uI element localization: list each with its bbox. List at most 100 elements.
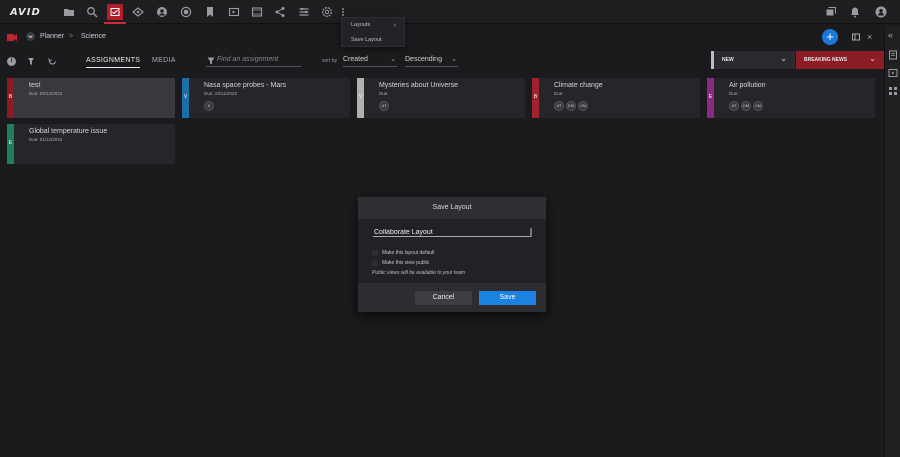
binoculars-icon[interactable] bbox=[131, 5, 145, 19]
headphones-icon[interactable] bbox=[155, 5, 169, 19]
dialog-title: Save Layout bbox=[358, 197, 546, 219]
avatar[interactable]: AT bbox=[729, 101, 739, 111]
assignment-card[interactable]: B Climate change Due: AT DM VM bbox=[532, 78, 700, 118]
cancel-button[interactable]: Cancel bbox=[415, 291, 472, 305]
card-type-letter: E bbox=[708, 94, 713, 100]
folder-icon[interactable] bbox=[62, 5, 76, 19]
assignment-card[interactable]: V Nasa space probes - Mars Due: 23/11/2022… bbox=[182, 78, 350, 118]
public-view-checkbox[interactable] bbox=[372, 260, 378, 266]
card-title: Air pollution bbox=[729, 82, 766, 89]
card-title: Nasa space probes - Mars bbox=[204, 82, 287, 89]
card-due-date: Due: bbox=[729, 91, 739, 96]
save-button[interactable]: Save bbox=[479, 291, 536, 305]
sort-field-value: Created bbox=[343, 56, 368, 63]
default-layout-checkbox[interactable] bbox=[372, 250, 378, 256]
column-title-new: NEW bbox=[722, 57, 734, 63]
card-type-bar: B bbox=[7, 78, 14, 118]
dialog-footer: Cancel Save bbox=[358, 283, 546, 312]
avatar[interactable]: AT bbox=[379, 101, 389, 111]
grid-panel-icon[interactable] bbox=[888, 86, 898, 96]
filter-icon bbox=[207, 57, 215, 65]
card-due-date: Due: bbox=[379, 91, 389, 96]
card-assignees: A bbox=[204, 101, 214, 111]
pin-icon[interactable] bbox=[27, 57, 35, 66]
card-assignees: AT bbox=[379, 101, 389, 111]
column-title-breaking-news: BREAKING NEWS bbox=[804, 57, 848, 63]
card-title: Global temperature issue bbox=[29, 128, 108, 135]
default-layout-label: Make this layout default bbox=[382, 250, 435, 256]
bookmark-icon[interactable] bbox=[203, 5, 217, 19]
planner-icon bbox=[7, 33, 17, 42]
panel-icon[interactable] bbox=[852, 33, 860, 41]
avatar[interactable]: DM bbox=[566, 101, 576, 111]
chevron-down-icon: ⌄ bbox=[780, 54, 787, 63]
collapse-icon[interactable]: « bbox=[888, 31, 898, 41]
add-assignment-button[interactable]: + bbox=[822, 29, 838, 45]
card-due-date: Due: 08/12/2022 bbox=[29, 91, 63, 96]
card-type-letter: B bbox=[533, 94, 538, 100]
planner-icon[interactable] bbox=[107, 4, 123, 20]
card-due-date: Due: 01/12/2022 bbox=[29, 137, 63, 142]
public-view-note: Public views will be available to your t… bbox=[372, 270, 466, 276]
card-type-letter: B bbox=[8, 94, 13, 100]
card-title: Mysteries about Universe bbox=[379, 82, 458, 89]
info-icon[interactable]: i bbox=[7, 57, 16, 66]
sort-label: sort by bbox=[322, 58, 338, 64]
column-header-breaking-news[interactable]: BREAKING NEWS ⌄ bbox=[796, 51, 884, 69]
breadcrumb-current: Science bbox=[81, 33, 106, 40]
card-assignees: AT DM VM bbox=[729, 101, 763, 111]
windows-icon[interactable] bbox=[824, 5, 838, 19]
close-icon[interactable]: × bbox=[867, 32, 872, 42]
avatar[interactable]: AT bbox=[554, 101, 564, 111]
card-type-bar: E bbox=[707, 78, 714, 118]
assignment-card[interactable]: V Mysteries about Universe Due: AT bbox=[357, 78, 525, 118]
assignment-card[interactable]: E Air pollution Due: AT DM VM bbox=[707, 78, 875, 118]
search-icon[interactable] bbox=[85, 5, 99, 19]
user-icon[interactable] bbox=[874, 5, 888, 19]
assignment-card[interactable]: Btest Due: 08/12/2022 bbox=[7, 78, 175, 118]
sort-order-value: Descending bbox=[405, 56, 442, 63]
card-type-bar: B bbox=[532, 78, 539, 118]
chevron-down-icon[interactable] bbox=[26, 32, 35, 41]
card-type-bar: V bbox=[182, 78, 189, 118]
tab-media[interactable]: MEDIA bbox=[152, 57, 176, 64]
refresh-icon[interactable] bbox=[48, 57, 57, 66]
card-due-date: Due: 23/11/2022 bbox=[204, 91, 237, 96]
card-title: Climate change bbox=[554, 82, 603, 89]
document-icon[interactable] bbox=[888, 50, 898, 60]
sort-order-select[interactable]: Descending ⌄ bbox=[405, 55, 458, 67]
tab-assignments[interactable]: ASSIGNMENTS bbox=[86, 57, 141, 68]
settings-icon[interactable] bbox=[320, 5, 334, 19]
search-input[interactable]: Find an assignment bbox=[206, 55, 301, 67]
top-bar: AVID bbox=[0, 0, 900, 24]
save-layout-dialog: Save Layout Make this layout default Mak… bbox=[358, 197, 546, 312]
avatar[interactable]: A bbox=[204, 101, 214, 111]
right-sidebar: « bbox=[884, 26, 900, 457]
card-assignees: AT DM VM bbox=[554, 101, 588, 111]
film-icon[interactable] bbox=[250, 5, 264, 19]
media-icon[interactable] bbox=[227, 5, 241, 19]
breadcrumb-root[interactable]: Planner bbox=[40, 33, 64, 40]
search-placeholder: Find an assignment bbox=[217, 56, 279, 63]
bell-icon[interactable] bbox=[848, 5, 862, 19]
avatar[interactable]: DM bbox=[741, 101, 751, 111]
sort-field-select[interactable]: Created ⌄ bbox=[343, 55, 397, 67]
avatar[interactable]: VM bbox=[578, 101, 588, 111]
avid-logo: AVID bbox=[10, 7, 41, 18]
share-icon[interactable] bbox=[273, 5, 287, 19]
card-due-date: Due: bbox=[554, 91, 564, 96]
breadcrumb-separator: > bbox=[69, 33, 74, 40]
avatar[interactable]: VM bbox=[753, 101, 763, 111]
column-header-new[interactable]: NEW ⌄ bbox=[711, 51, 795, 69]
assignment-card[interactable]: E Global temperature issue Due: 01/12/2022 bbox=[7, 124, 175, 164]
chevron-down-icon: ⌄ bbox=[451, 56, 457, 63]
card-type-letter: E bbox=[8, 140, 13, 146]
card-type-letter: V bbox=[358, 94, 363, 100]
chevron-down-icon: ⌄ bbox=[869, 54, 876, 63]
layout-icon[interactable] bbox=[297, 5, 311, 19]
layout-name-input[interactable] bbox=[372, 227, 532, 237]
record-icon[interactable] bbox=[179, 5, 193, 19]
public-view-label: Make this view public bbox=[382, 260, 430, 266]
media-panel-icon[interactable] bbox=[888, 68, 898, 78]
chevron-down-icon: ⌄ bbox=[390, 56, 396, 63]
